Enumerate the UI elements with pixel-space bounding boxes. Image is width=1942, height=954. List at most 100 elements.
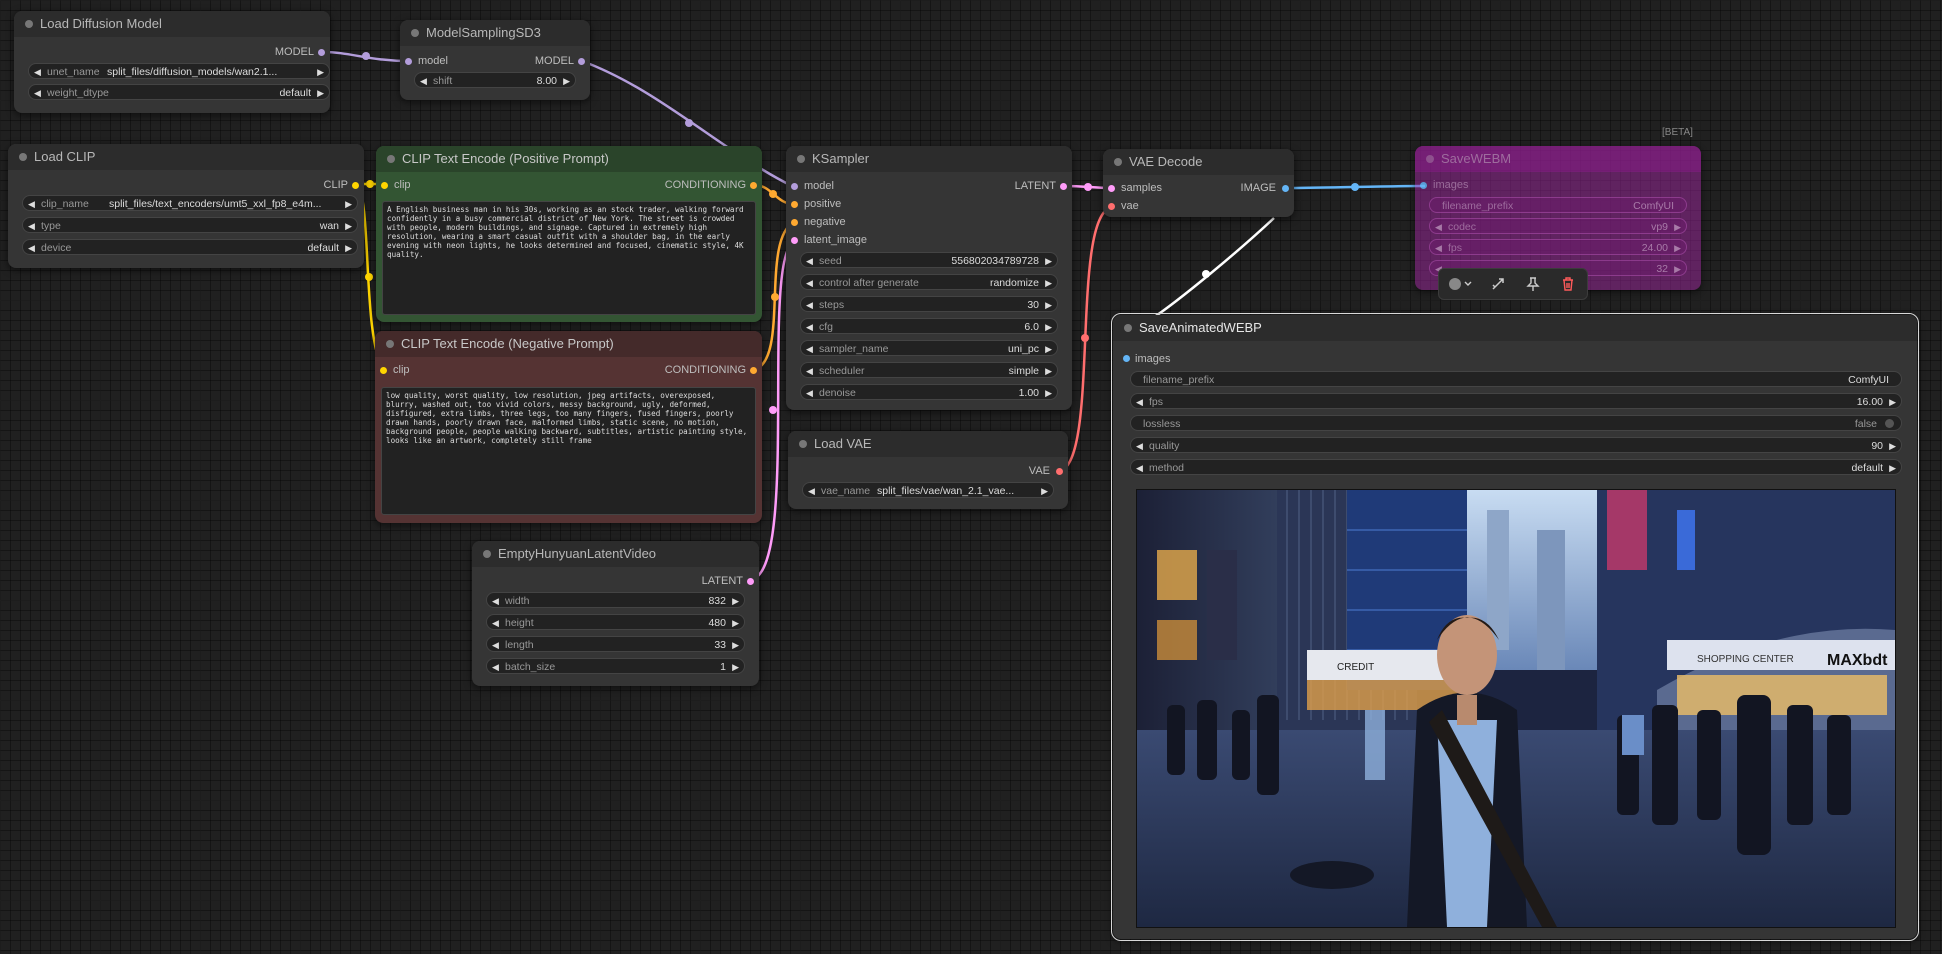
node-title: EmptyHunyuanLatentVideo xyxy=(472,541,759,567)
collapse-dot-icon[interactable] xyxy=(387,155,395,163)
collapse-dot-icon[interactable] xyxy=(25,20,33,28)
input-positive-pin[interactable] xyxy=(791,201,798,208)
input-latent-label: latent_image xyxy=(804,234,867,246)
input-negative-pin[interactable] xyxy=(791,219,798,226)
input-vae-pin[interactable] xyxy=(1108,203,1115,210)
filename-prefix-text[interactable]: filename_prefix ComfyUI xyxy=(1130,371,1902,387)
output-image-pin[interactable] xyxy=(1282,185,1289,192)
input-latent-pin[interactable] xyxy=(791,237,798,244)
trash-icon[interactable] xyxy=(1559,275,1577,293)
node-title: SaveAnimatedWEBP xyxy=(1113,315,1917,341)
color-circle-icon[interactable] xyxy=(1447,275,1477,293)
positive-prompt-textarea[interactable]: A English business man in his 30s, worki… xyxy=(382,201,756,315)
input-clip-label: clip xyxy=(393,364,410,376)
collapse-dot-icon[interactable] xyxy=(799,440,807,448)
input-clip-pin[interactable] xyxy=(380,367,387,374)
output-latent-pin[interactable] xyxy=(747,578,754,585)
fps-number[interactable]: ◀ fps 16.00 ▶ xyxy=(1130,393,1902,409)
input-clip-pin[interactable] xyxy=(381,182,388,189)
shift-number[interactable]: ◀ shift 8.00 ▶ xyxy=(414,72,576,88)
control-after-generate-combo[interactable]: ◀ control after generate randomize ▶ xyxy=(800,274,1058,290)
node-save-animated-webp[interactable]: SaveAnimatedWEBP images filename_prefix C… xyxy=(1111,313,1919,941)
collapse-dot-icon[interactable] xyxy=(797,155,805,163)
node-ksampler[interactable]: KSampler model LATENT positive negative … xyxy=(786,146,1072,410)
node-title: Load Diffusion Model xyxy=(14,11,330,37)
node-load-vae[interactable]: Load VAE VAE ◀ vae_name split_files/vae/wa… xyxy=(788,431,1068,509)
output-latent-label: LATENT xyxy=(701,575,743,587)
collapse-dot-icon[interactable] xyxy=(386,340,394,348)
output-latent-pin[interactable] xyxy=(1060,183,1067,190)
node-title: CLIP Text Encode (Positive Prompt) xyxy=(376,146,762,172)
node-load-diffusion-model[interactable]: Load Diffusion Model MODEL ◀ unet_name spl… xyxy=(14,11,330,113)
output-model-pin[interactable] xyxy=(578,58,585,65)
batch-size-number[interactable]: ◀ batch_size 1 ▶ xyxy=(486,658,745,674)
collapse-dot-icon[interactable] xyxy=(483,550,491,558)
sign-shopping: SHOPPING CENTER xyxy=(1697,654,1794,665)
input-negative-label: negative xyxy=(804,216,846,228)
type-combo[interactable]: ◀ type wan ▶ xyxy=(22,217,358,233)
node-load-clip[interactable]: Load CLIP CLIP ◀ clip_name split_files/tex… xyxy=(8,144,364,268)
codec-combo[interactable]: ◀ codec vp9 ▶ xyxy=(1429,218,1687,234)
negative-prompt-textarea[interactable]: low quality, worst quality, low resoluti… xyxy=(381,387,756,515)
length-number[interactable]: ◀ length 33 ▶ xyxy=(486,636,745,652)
collapse-dot-icon[interactable] xyxy=(19,153,27,161)
collapse-dot-icon[interactable] xyxy=(1114,158,1122,166)
input-positive-label: positive xyxy=(804,198,842,210)
method-combo[interactable]: ◀ method default ▶ xyxy=(1130,459,1902,475)
node-title: KSampler xyxy=(786,146,1072,172)
output-model-pin[interactable] xyxy=(318,49,325,56)
collapse-dot-icon[interactable] xyxy=(411,29,419,37)
beta-badge: [BETA] xyxy=(1662,127,1693,138)
fps-number[interactable]: ◀ fps 24.00 ▶ xyxy=(1429,239,1687,255)
output-conditioning-pin[interactable] xyxy=(750,367,757,374)
output-vae-pin[interactable] xyxy=(1056,468,1063,475)
weight-dtype-combo[interactable]: ◀ weight_dtype default ▶ xyxy=(28,84,330,100)
node-empty-hunyuan-latent-video[interactable]: EmptyHunyuanLatentVideo LATENT ◀ width 832… xyxy=(472,541,759,686)
vae-name-combo[interactable]: ◀ vae_name split_files/vae/wan_2.1_vae... ▶ xyxy=(802,482,1054,498)
steps-number[interactable]: ◀ steps 30 ▶ xyxy=(800,296,1058,312)
sampler-name-combo[interactable]: ◀ sampler_name uni_pc ▶ xyxy=(800,340,1058,356)
output-conditioning-pin[interactable] xyxy=(750,182,757,189)
output-conditioning-label: CONDITIONING xyxy=(664,179,746,191)
input-model-pin[interactable] xyxy=(405,58,412,65)
node-title: CLIP Text Encode (Negative Prompt) xyxy=(375,331,762,357)
seed-number[interactable]: ◀ seed 556802034789728 ▶ xyxy=(800,252,1058,268)
quality-number[interactable]: ◀ quality 90 ▶ xyxy=(1130,437,1902,453)
input-images-pin[interactable] xyxy=(1420,182,1427,189)
filename-prefix-text[interactable]: filename_prefix ComfyUI xyxy=(1429,197,1687,213)
pin-icon[interactable] xyxy=(1524,275,1542,293)
cfg-number[interactable]: ◀ cfg 6.0 ▶ xyxy=(800,318,1058,334)
output-clip-label: CLIP xyxy=(323,179,348,191)
lossless-toggle[interactable]: lossless false xyxy=(1130,415,1902,431)
scheduler-combo[interactable]: ◀ scheduler simple ▶ xyxy=(800,362,1058,378)
device-combo[interactable]: ◀ device default ▶ xyxy=(22,239,358,255)
node-clip-text-encode-positive[interactable]: CLIP Text Encode (Positive Prompt) clip … xyxy=(376,146,762,322)
output-vae-label: VAE xyxy=(1028,465,1050,477)
node-clip-text-encode-negative[interactable]: CLIP Text Encode (Negative Prompt) clip … xyxy=(375,331,762,523)
node-model-sampling-sd3[interactable]: ModelSamplingSD3 model MODEL ◀ shift 8.00 ▶ xyxy=(400,20,590,100)
output-model-label: MODEL xyxy=(534,55,574,67)
input-samples-pin[interactable] xyxy=(1108,185,1115,192)
width-number[interactable]: ◀ width 832 ▶ xyxy=(486,592,745,608)
denoise-number[interactable]: ◀ denoise 1.00 ▶ xyxy=(800,384,1058,400)
clip-name-combo[interactable]: ◀ clip_name split_files/text_encoders/umt5… xyxy=(22,195,358,211)
sign-brand: MAXbdt xyxy=(1827,652,1888,669)
wire-image-webp xyxy=(1149,217,1275,322)
bypass-icon[interactable] xyxy=(1489,275,1507,293)
node-title: Load CLIP xyxy=(8,144,364,170)
height-number[interactable]: ◀ height 480 ▶ xyxy=(486,614,745,630)
input-samples-label: samples xyxy=(1121,182,1162,194)
collapse-dot-icon[interactable] xyxy=(1426,155,1434,163)
output-clip-pin[interactable] xyxy=(352,182,359,189)
input-model-label: model xyxy=(804,180,834,192)
input-images-pin[interactable] xyxy=(1123,355,1130,362)
selection-toolbox xyxy=(1438,268,1588,300)
unet-name-combo[interactable]: ◀ unet_name split_files/diffusion_models/w… xyxy=(28,63,330,79)
output-conditioning-label: CONDITIONING xyxy=(664,364,746,376)
node-vae-decode[interactable]: VAE Decode samples IMAGE vae xyxy=(1103,149,1294,217)
input-model-pin[interactable] xyxy=(791,183,798,190)
wire-image-webm xyxy=(1285,184,1426,190)
collapse-dot-icon[interactable] xyxy=(1124,324,1132,332)
input-model-label: model xyxy=(418,55,448,67)
input-clip-label: clip xyxy=(394,179,411,191)
